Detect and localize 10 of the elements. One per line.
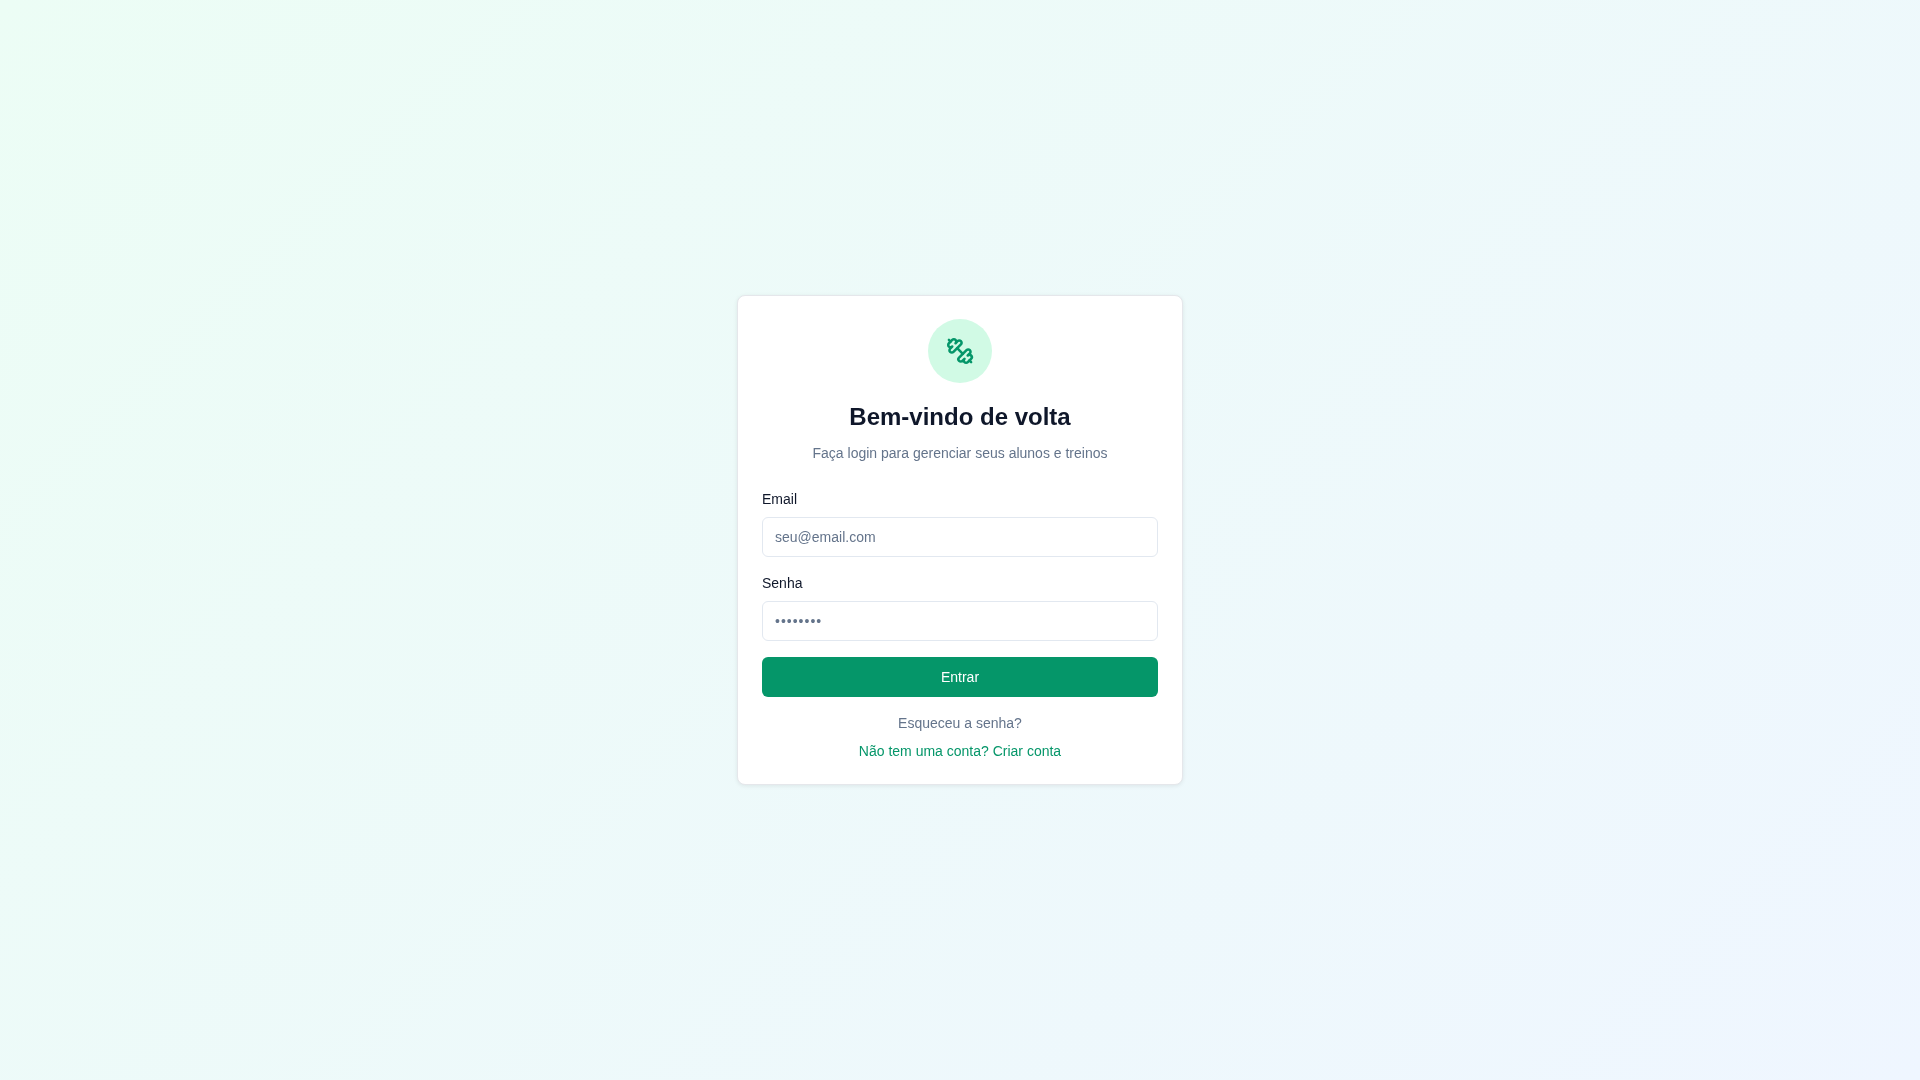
login-button[interactable]: Entrar (762, 657, 1158, 697)
input-field[interactable]: seu@email.com (762, 517, 1158, 557)
subtitle-text: Faça login para gerenciar seus alunos e treinos (812, 444, 1108, 463)
welcome-heading: Bem-vindo de volta (849, 402, 1071, 432)
input-field[interactable]: •••••••• (762, 601, 1158, 641)
field-label: Email (762, 490, 797, 509)
forgot-password-link[interactable]: Esqueceu a senha? (898, 713, 1022, 733)
create-account-link[interactable]: Não tem uma conta? Criar conta (858, 741, 1062, 761)
field-label: Senha (762, 574, 803, 593)
dumbbell-icon (946, 337, 974, 365)
